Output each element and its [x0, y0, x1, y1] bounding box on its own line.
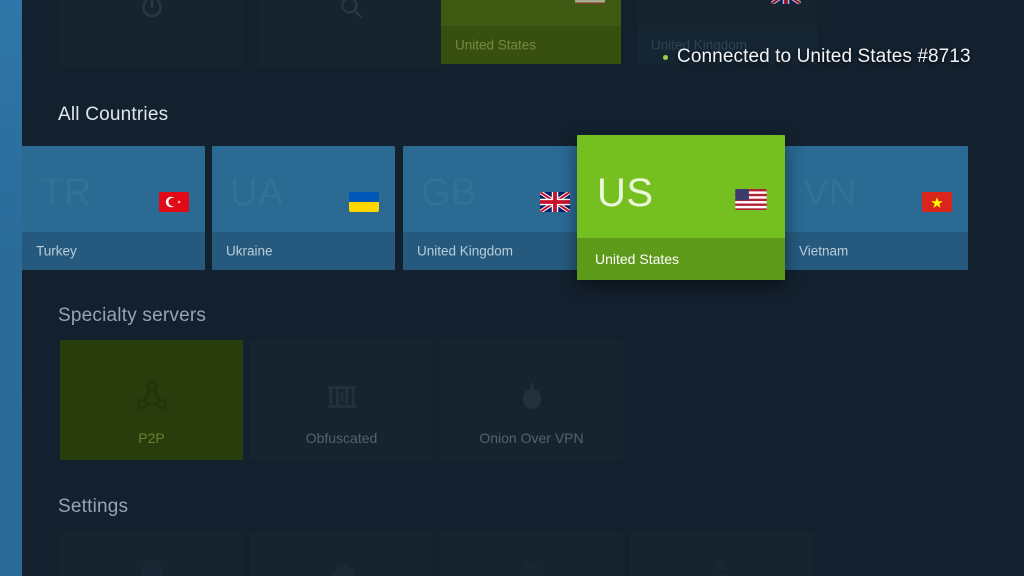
- obfuscated-icon: [323, 378, 361, 416]
- flag-gb-icon: [771, 0, 801, 4]
- flag-tr-icon: [159, 192, 189, 212]
- flag-ua-icon: [349, 192, 379, 212]
- country-card-united-kingdom[interactable]: GB United Kingdom: [403, 146, 586, 270]
- country-code: UA: [230, 172, 284, 214]
- quick-action-disconnect[interactable]: Disconnect: [60, 0, 243, 67]
- flag-us-icon: [575, 0, 605, 4]
- specialty-card-obfuscated[interactable]: Obfuscated: [250, 340, 433, 460]
- specialty-label: P2P: [138, 430, 165, 446]
- connection-toast: Connected to United States #8713: [663, 46, 971, 68]
- person-icon: [707, 556, 737, 576]
- shield-icon: [137, 556, 167, 576]
- settings-card-3[interactable]: [440, 532, 623, 576]
- connection-toast-message: Connected to United States #8713: [677, 46, 971, 67]
- recent-card-us[interactable]: US United States: [441, 0, 621, 64]
- settings-card-1[interactable]: [60, 532, 243, 576]
- toggle-icon: [517, 556, 547, 576]
- country-code: GB: [421, 172, 477, 214]
- card-footer: Vietnam: [785, 232, 968, 270]
- card-footer: United Kingdom: [403, 232, 586, 270]
- status-dot-icon: [663, 54, 668, 60]
- settings-card-4[interactable]: [630, 532, 813, 576]
- specialty-card-onion-over-vpn[interactable]: Onion Over VPN: [440, 340, 623, 460]
- app-content: Disconnect Search US: [22, 0, 1024, 576]
- country-name: Vietnam: [799, 243, 849, 259]
- card-footer: United States: [441, 26, 621, 64]
- specialty-label: Onion Over VPN: [479, 430, 584, 446]
- country-name: United Kingdom: [417, 243, 514, 259]
- country-code: US: [459, 0, 513, 4]
- country-name: Ukraine: [226, 243, 273, 259]
- flag-gb-icon: [540, 192, 570, 212]
- flag-vn-icon: [922, 192, 952, 212]
- country-code: US: [597, 171, 654, 215]
- card-footer: Ukraine: [212, 232, 395, 270]
- section-title-all-countries: All Countries: [58, 104, 169, 125]
- section-title-settings: Settings: [58, 496, 129, 517]
- card-footer: Turkey: [22, 232, 205, 270]
- power-icon: [139, 0, 165, 20]
- flag-us-icon: [735, 189, 767, 210]
- country-name: Turkey: [36, 243, 77, 259]
- country-code: TR: [40, 172, 92, 214]
- quick-action-search[interactable]: Search: [259, 0, 442, 67]
- vpn-app-screen: Disconnect Search US: [0, 0, 1024, 576]
- country-card-vietnam[interactable]: VN Vietnam: [785, 146, 968, 270]
- country-card-turkey[interactable]: TR Turkey: [22, 146, 205, 270]
- country-card-ukraine[interactable]: UA Ukraine: [212, 146, 395, 270]
- cloud-icon: [326, 556, 358, 576]
- country-card-united-states[interactable]: US United States: [577, 135, 785, 280]
- desktop-background-strip: [0, 0, 22, 576]
- settings-card-2[interactable]: [250, 532, 433, 576]
- search-icon: [338, 0, 364, 20]
- country-name: United States: [595, 251, 680, 267]
- country-code: GB: [655, 0, 711, 4]
- specialty-card-p2p[interactable]: P2P: [60, 340, 243, 460]
- specialty-label: Obfuscated: [305, 430, 378, 446]
- p2p-icon: [133, 378, 171, 416]
- card-footer: United States: [577, 238, 785, 280]
- section-title-specialty-servers: Specialty servers: [58, 305, 207, 326]
- country-name: United States: [455, 37, 537, 53]
- onion-icon: [513, 378, 551, 416]
- country-code: VN: [803, 172, 857, 214]
